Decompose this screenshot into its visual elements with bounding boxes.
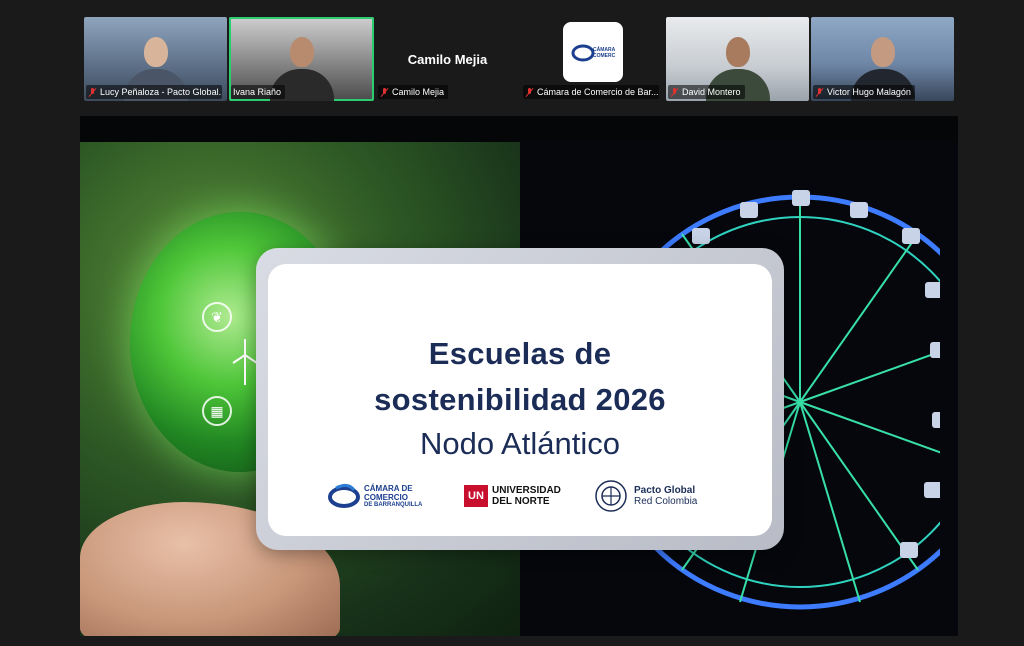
leaf-icon: ❦ (202, 302, 232, 332)
title-card-inner: Escuelas de sostenibilidad 2026 Nodo Atl… (268, 264, 772, 536)
participant-display-name: Camilo Mejia (407, 51, 488, 67)
un-line-2: DEL NORTE (492, 496, 550, 507)
participant-name-tag: David Montero (668, 85, 745, 99)
mic-off-icon (525, 87, 534, 97)
camara-line-3: DE BARRANQUILLA (364, 501, 423, 508)
participant-tile[interactable]: Victor Hugo Malagón (811, 17, 954, 101)
solar-panel-icon: ▦ (202, 396, 232, 426)
participant-tile[interactable]: CÁMARA COMERCIO Cámara de Comercio de Ba… (521, 17, 664, 101)
pacto-line-1: Pacto Global (634, 485, 696, 496)
camara-comercio-logo: CÁMARA DE COMERCIO DE BARRANQUILLA (328, 476, 422, 516)
slide-title-line-2: sostenibilidad 2026 (374, 382, 666, 417)
mic-off-icon (380, 87, 389, 97)
meeting-window: Lucy Peñaloza - Pacto Global... Ivana Ri… (0, 0, 1024, 646)
participant-name-tag: Cámara de Comercio de Bar... (523, 85, 659, 99)
participant-tile-active[interactable]: Ivana Riaño (229, 17, 374, 101)
participant-name: Cámara de Comercio de Bar... (537, 87, 659, 97)
pacto-global-logo: Pacto Global Red Colombia (594, 476, 697, 516)
mic-off-icon (815, 87, 824, 97)
participant-tile[interactable]: Camilo Mejia Camilo Mejia (376, 17, 519, 101)
participant-name-tag: Camilo Mejia (378, 85, 449, 99)
participant-name: Victor Hugo Malagón (827, 87, 911, 97)
svg-text:CÁMARA: CÁMARA (593, 46, 615, 53)
shared-screen: ❦ ▦ Escuelas de sostenibilidad 2026 Nodo… (80, 116, 958, 636)
participant-name-tag: Ivana Riaño (231, 85, 286, 99)
participant-name: Lucy Peñaloza - Pacto Global... (100, 87, 222, 97)
participant-name: Camilo Mejia (392, 87, 445, 97)
participant-tile[interactable]: Lucy Peñaloza - Pacto Global... (84, 17, 227, 101)
participant-tile[interactable]: David Montero (666, 17, 809, 101)
pacto-line-2: Red Colombia (634, 496, 698, 507)
un-line-1: UNIVERSIDAD (492, 485, 561, 496)
slide-title-line-1: Escuelas de (428, 336, 612, 371)
participant-name-tag: Lucy Peñaloza - Pacto Global... (86, 85, 222, 99)
camara-logo-icon: CÁMARA COMERCIO (571, 44, 615, 62)
un-mark: UN (464, 485, 488, 507)
slide-subtitle: Nodo Atlántico (420, 426, 620, 461)
participant-name-tag: Victor Hugo Malagón (813, 85, 915, 99)
camara-swirl-icon (328, 483, 360, 508)
title-card: Escuelas de sostenibilidad 2026 Nodo Atl… (256, 248, 784, 550)
camara-logo: CÁMARA COMERCIO (562, 22, 623, 82)
svg-text:COMERCIO: COMERCIO (593, 53, 615, 59)
camara-line-1: CÁMARA DE (364, 483, 413, 493)
un-globe-icon (595, 480, 627, 512)
sponsor-logos: CÁMARA DE COMERCIO DE BARRANQUILLA UN UN… (328, 476, 728, 516)
participant-strip: Lucy Peñaloza - Pacto Global... Ivana Ri… (84, 17, 954, 101)
mic-off-icon (670, 87, 679, 97)
mic-off-icon (88, 87, 97, 97)
participant-name: Ivana Riaño (233, 87, 282, 97)
participant-name: David Montero (682, 87, 741, 97)
camara-line-2: COMERCIO (364, 492, 408, 502)
universidad-norte-logo: UN UNIVERSIDAD DEL NORTE (464, 476, 561, 516)
